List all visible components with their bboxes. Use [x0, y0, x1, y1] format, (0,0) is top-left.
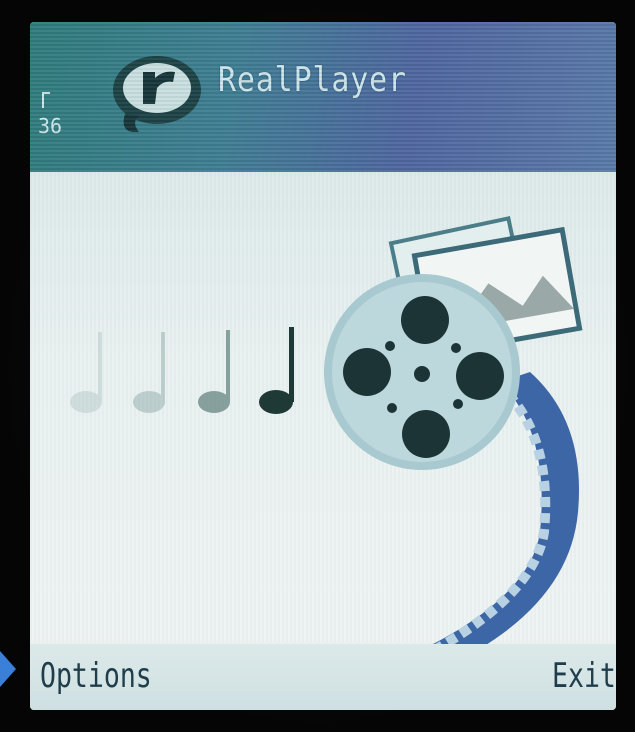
splash-artwork [70, 216, 583, 652]
film-reel-icon [324, 274, 520, 470]
options-softkey[interactable]: Options [40, 656, 152, 696]
arrow-pointer-icon [0, 651, 16, 687]
app-header: 36 RealPlayer [30, 22, 616, 172]
realplayer-logo-icon [113, 56, 201, 133]
status-indicator: 36 [38, 114, 63, 138]
signal-indicator-icon [42, 92, 50, 108]
softkey-bar: Options Exit [30, 644, 616, 710]
app-title: RealPlayer [218, 60, 407, 100]
phone-screen: 36 RealPlayer Options Exit [30, 22, 616, 710]
music-notes-icon [70, 327, 294, 414]
exit-softkey[interactable]: Exit [552, 656, 616, 696]
